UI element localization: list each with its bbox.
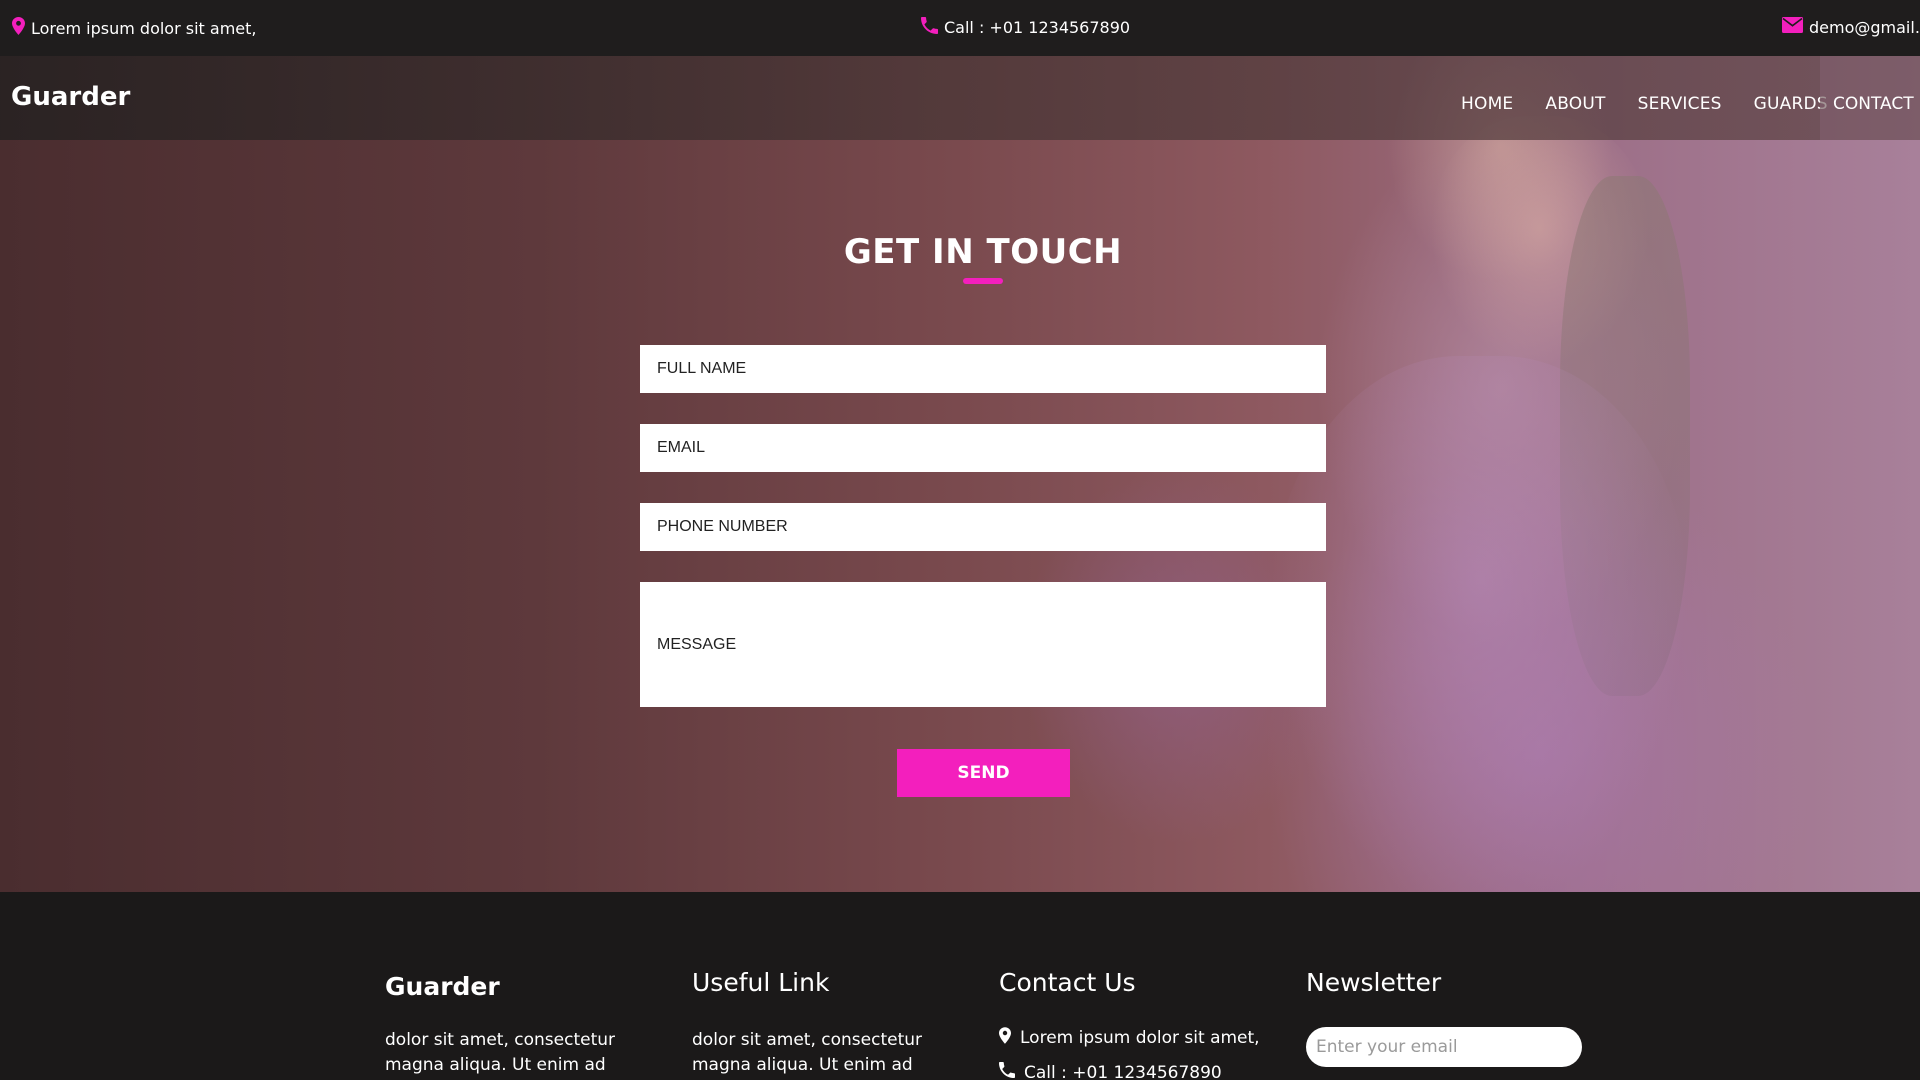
phone-icon [999,1062,1024,1080]
footer-contact-title: Contact Us [999,968,1136,997]
footer-brand-text: dolor sit amet, consectetur magna aliqua… [385,1030,616,1075]
footer-useful-link-title: Useful Link [692,968,830,997]
main-navbar: Guarder HOME ABOUT SERVICES GUARDS [0,56,1828,140]
nav-item-guards[interactable]: GUARDS [1754,94,1828,114]
nav-item-contact[interactable]: CONTACT US [1833,94,1920,114]
nav-menu: HOME ABOUT SERVICES GUARDS [1461,94,1828,114]
brand-logo[interactable]: Guarder [11,82,130,112]
envelope-icon [1782,17,1809,37]
topbar-phone[interactable]: Call : +01 1234567890 [921,17,1130,38]
topbar-address-text: Lorem ipsum dolor sit amet, [31,18,257,38]
nav-item-services[interactable]: SERVICES [1638,94,1722,114]
nav-item-contact-wrapper: CONTACT US [1820,56,1920,140]
message-textarea[interactable]: MESSAGE [640,582,1326,707]
topbar-phone-text: Call : +01 1234567890 [944,18,1131,37]
map-pin-icon [999,1027,1020,1049]
nav-item-about[interactable]: ABOUT [1545,94,1605,114]
nav-item-home[interactable]: HOME [1461,94,1513,114]
title-underline [963,278,1003,284]
full-name-input[interactable]: FULL NAME [640,345,1326,393]
form-title: GET IN TOUCH [843,232,1123,272]
send-button[interactable]: SEND [897,749,1070,797]
newsletter-email-input[interactable]: Enter your email [1306,1027,1582,1067]
topbar-email[interactable]: demo@gmail.com [1782,17,1920,37]
top-info-bar: Lorem ipsum dolor sit amet, Call : +01 1… [0,0,1920,56]
hero-photo-coat [1270,356,1690,892]
footer-newsletter-title: Newsletter [1306,968,1442,997]
footer-contact-phone[interactable]: Call : +01 1234567890 [999,1062,1222,1080]
email-input[interactable]: EMAIL [640,424,1326,472]
footer-contact-address-text: Lorem ipsum dolor sit amet, [1020,1028,1260,1048]
map-pin-icon [12,17,31,39]
phone-number-input[interactable]: PHONE NUMBER [640,503,1326,551]
footer-useful-link-text: dolor sit amet, consectetur magna aliqua… [692,1030,923,1075]
phone-icon [921,17,944,38]
site-footer: Guarder dolor sit amet, consectetur magn… [0,892,1920,1080]
footer-contact-phone-text: Call : +01 1234567890 [1024,1062,1222,1080]
topbar-email-text: demo@gmail.com [1809,17,1920,37]
topbar-address: Lorem ipsum dolor sit amet, [12,17,257,39]
footer-brand[interactable]: Guarder [385,972,500,1001]
footer-contact-address: Lorem ipsum dolor sit amet, [999,1027,1260,1049]
